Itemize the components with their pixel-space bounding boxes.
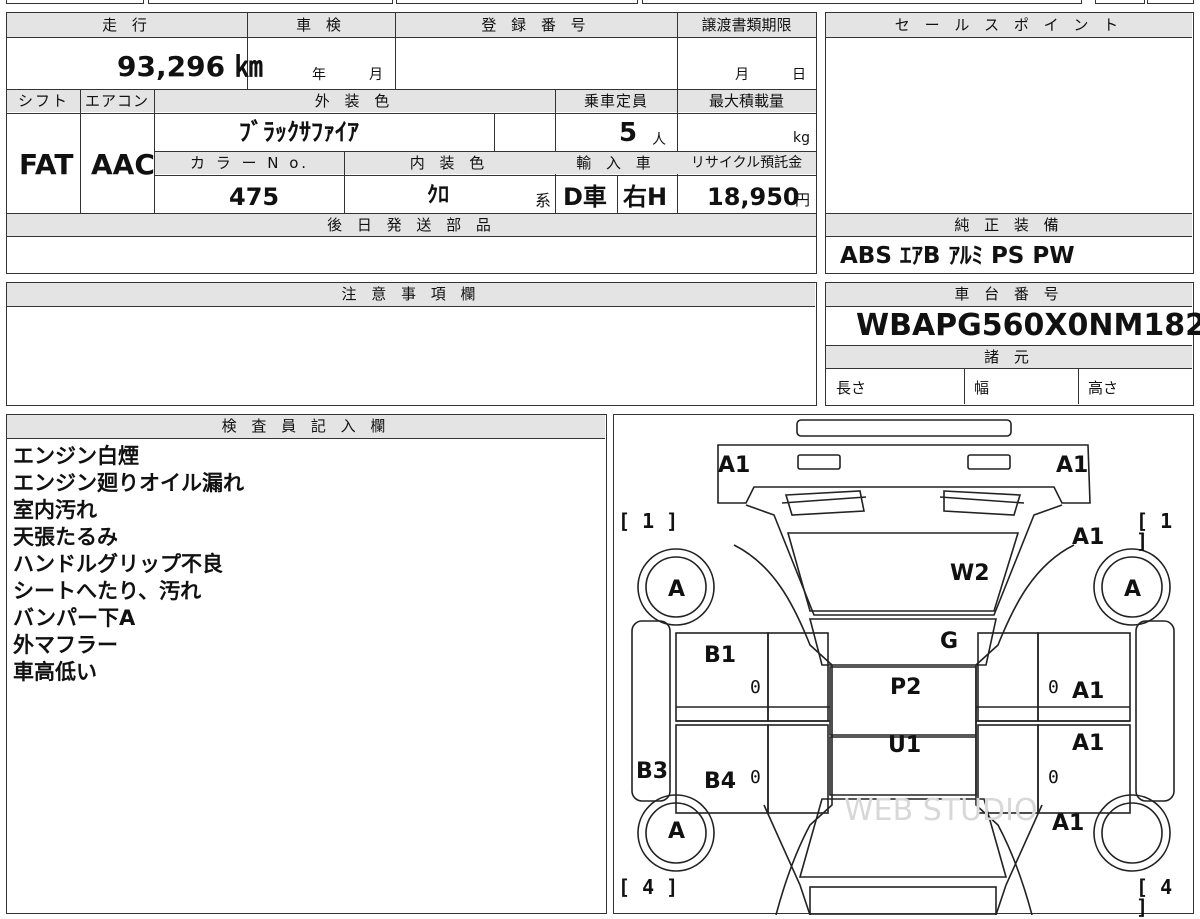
label-front-left: A1: [718, 453, 751, 478]
label-right-front-fender: A1: [1072, 525, 1105, 550]
count-left-front-door: 0: [750, 677, 761, 698]
vehicle-info-table: 走 行 車 検 登 録 番 号 譲渡書類期限 93,296 ㎞ 年 月 月 日 …: [6, 12, 817, 274]
bracket-front-right: [ 1 ]: [1136, 509, 1173, 553]
chassis-box: 車 台 番 号 WBAPG560X0NM18256 諸 元 長さ 幅 高さ: [825, 282, 1200, 406]
chassis-number: WBAPG560X0NM18256: [856, 308, 1200, 343]
car-diagram: A1 A1 [ 1 ] [ 1 ] A1 A A W2 G B1 0 P2 0 …: [613, 414, 1194, 919]
inspector-note: エンジン廻りオイル漏れ: [13, 471, 244, 495]
recycle-unit: 円: [795, 191, 811, 209]
inspector-note: バンパー下A: [13, 606, 136, 630]
mileage-header: 走 行: [7, 13, 247, 37]
exterior-color-header: 外 装 色: [154, 90, 555, 112]
inspector-note: 室内汚れ: [13, 498, 97, 522]
spec-length: 長さ: [836, 379, 867, 397]
transfer-day: 日: [792, 67, 806, 83]
capacity-unit: 人: [652, 132, 666, 148]
genuine-equipment-value: ABS ｴｱB ｱﾙﾐ PS PW: [840, 243, 1075, 269]
reg-number-header: 登 録 番 号: [395, 13, 677, 37]
aircon-header: エアコン: [80, 90, 154, 112]
capacity-header: 乗車定員: [555, 90, 677, 112]
car-outline: [631, 419, 1175, 915]
aircon-value: AAC: [91, 148, 155, 181]
sales-point-box: セ ー ル ス ポ イ ン ト 純 正 装 備 ABS ｴｱB ｱﾙﾐ PS P…: [825, 12, 1194, 274]
caution-box: 注 意 事 項 欄: [6, 282, 817, 406]
inspection-month: 月: [369, 67, 383, 83]
sales-point-header: セ ー ル ス ポ イ ン ト: [826, 13, 1192, 37]
label-front-right: A1: [1056, 453, 1089, 478]
max-load-header: 最大積載量: [677, 90, 816, 112]
label-roof-front: P2: [890, 675, 922, 700]
mileage-value: 93,296 ㎞: [117, 50, 263, 83]
specs-header: 諸 元: [826, 346, 1192, 368]
inspector-note: 外マフラー: [13, 633, 118, 657]
interior-color-header: 内 装 色: [344, 152, 555, 174]
label-left-rear-wheel: A: [668, 819, 686, 844]
color-no-value: 475: [229, 183, 280, 211]
recycle-header: リサイクル預託金: [677, 152, 816, 174]
inspector-note: 車高低い: [13, 660, 97, 684]
inspector-note: エンジン白煙: [13, 444, 139, 468]
shift-header: シフト: [7, 90, 80, 112]
top-strip: [0, 0, 1200, 6]
steering-value: 右H: [623, 183, 668, 211]
inspector-note: 天張たるみ: [13, 525, 118, 549]
max-load-unit: kg: [793, 130, 810, 146]
caution-header: 注 意 事 項 欄: [7, 283, 815, 306]
bracket-front-left: [ 1 ]: [618, 509, 679, 533]
transfer-deadline-header: 譲渡書類期限: [677, 13, 816, 37]
label-windshield: W2: [950, 561, 990, 586]
import-header: 輸 入 車: [555, 152, 677, 174]
chassis-header: 車 台 番 号: [826, 283, 1192, 306]
spec-width: 幅: [974, 379, 990, 397]
interior-color-value: ｸﾛ: [427, 183, 450, 208]
color-no-header: カ ラ ー N o.: [155, 152, 344, 174]
transfer-month: 月: [735, 67, 749, 83]
recycle-fee-value: 18,950: [707, 183, 800, 211]
spec-height: 高さ: [1088, 379, 1119, 397]
label-left-pillar: B3: [636, 759, 669, 784]
count-right-rear-door: 0: [1048, 767, 1059, 788]
bracket-rear-right: [ 4 ]: [1136, 875, 1173, 919]
inspector-note: ハンドルグリップ不良: [13, 552, 223, 576]
label-right-rear-door: A1: [1072, 731, 1105, 756]
later-parts-header: 後 日 発 送 部 品: [7, 214, 816, 236]
inspection-year: 年: [312, 67, 326, 83]
genuine-equipment-header: 純 正 装 備: [826, 214, 1192, 236]
label-right-front-wheel: A: [1124, 577, 1142, 602]
count-left-rear-door: 0: [750, 767, 761, 788]
watermark: WEB STUDIO: [844, 793, 1038, 828]
label-hood-rear: G: [940, 629, 959, 654]
label-right-rear-quarter: A1: [1052, 811, 1085, 836]
interior-suffix: 系: [535, 191, 552, 210]
label-left-front-wheel: A: [668, 577, 686, 602]
label-roof-rear: U1: [888, 733, 922, 758]
inspector-box: 検 査 員 記 入 欄 エンジン白煙エンジン廻りオイル漏れ 室内汚れ天張たるみハン…: [6, 414, 607, 914]
inspector-note: シートへたり、汚れ: [13, 579, 202, 603]
inspector-notes-list: エンジン白煙エンジン廻りオイル漏れ 室内汚れ天張たるみハンドルグリップ不良 シートへ…: [13, 443, 244, 686]
label-left-front-door: B1: [704, 643, 737, 668]
inspection-header: 車 検: [247, 13, 395, 37]
import-type-value: D車: [563, 183, 607, 211]
label-left-rear-door: B4: [704, 769, 737, 794]
count-right-front-door: 0: [1048, 677, 1059, 698]
exterior-color-value: ﾌﾞﾗｯｸｻﾌｧｲｱ: [239, 118, 359, 146]
inspector-header: 検 査 員 記 入 欄: [7, 415, 605, 438]
capacity-value: 5: [619, 118, 638, 148]
shift-value: FAT: [19, 148, 74, 181]
bracket-rear-left: [ 4 ]: [618, 875, 679, 899]
label-right-front-door: A1: [1072, 679, 1105, 704]
